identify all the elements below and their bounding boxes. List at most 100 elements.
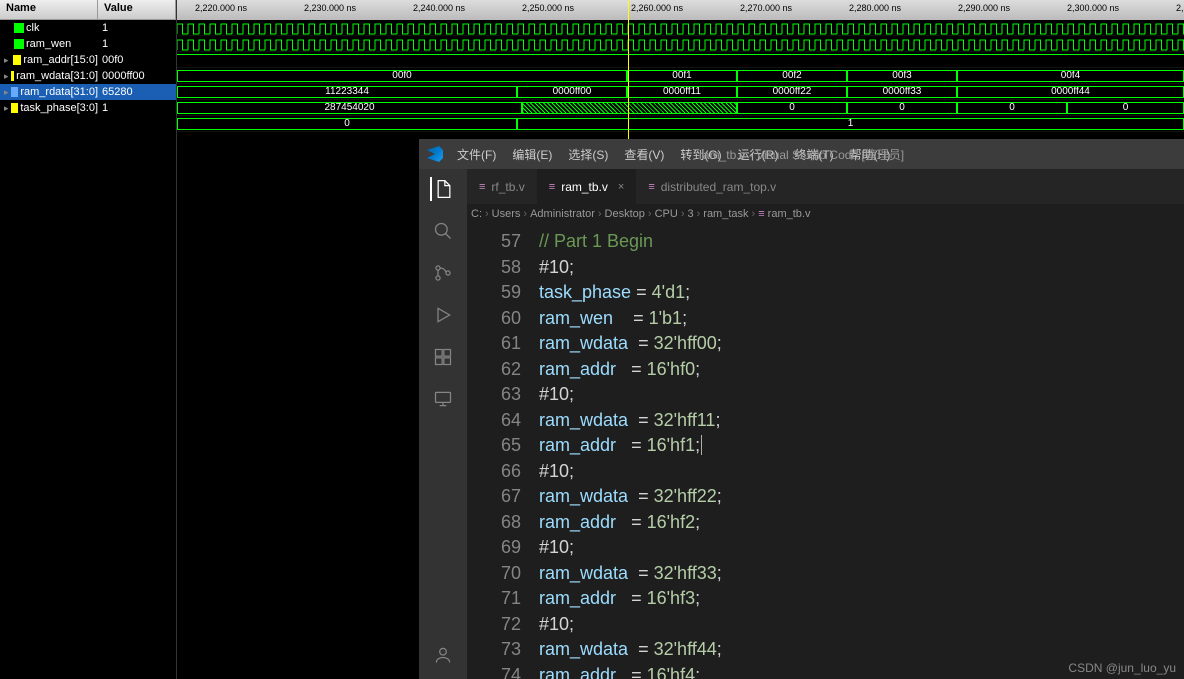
track-wdata[interactable]: 112233440000ff000000ff110000ff220000ff33…	[177, 84, 1184, 100]
track-wen[interactable]	[177, 52, 1184, 68]
signal-row-clk[interactable]: clk1	[0, 20, 176, 36]
crumb-part[interactable]: ≡ ram_tb.v	[758, 208, 810, 220]
track-task[interactable]: 01	[177, 116, 1184, 132]
wave-segment: 00f2	[737, 70, 847, 82]
line-number: 69	[467, 535, 521, 561]
menu-item[interactable]: 选择(S)	[562, 144, 614, 165]
crumb-part[interactable]: Users	[492, 208, 521, 220]
code-line[interactable]: ram_wdata = 32'hff22;	[539, 484, 1184, 510]
tab-label: distributed_ram_top.v	[661, 180, 776, 194]
code-line[interactable]: // Part 1 Begin	[539, 229, 1184, 255]
wave-segment: 00f3	[847, 70, 957, 82]
line-number: 67	[467, 484, 521, 510]
menu-item[interactable]: 编辑(E)	[506, 144, 558, 165]
tab-rf_tb-v[interactable]: ≡rf_tb.v	[467, 169, 537, 204]
signal-name: ram_wdata[31:0]	[16, 70, 98, 82]
signal-row-ram_rdata310[interactable]: ▸ram_rdata[31:0]65280	[0, 84, 176, 100]
expand-icon[interactable]: ▸	[4, 71, 9, 82]
breadcrumb[interactable]: C:›Users›Administrator›Desktop›CPU›3›ram…	[419, 204, 1184, 224]
signal-icon	[13, 55, 22, 65]
close-icon[interactable]: ×	[618, 181, 624, 193]
code-line[interactable]: #10;	[539, 459, 1184, 485]
crumb-part[interactable]: 3	[687, 208, 693, 220]
crumb-part[interactable]: Administrator	[530, 208, 595, 220]
code-line[interactable]: task_phase = 4'd1;	[539, 280, 1184, 306]
wave-segment: 1	[517, 118, 1184, 130]
code-line[interactable]: ram_wen = 1'b1;	[539, 306, 1184, 332]
expand-icon[interactable]: ▸	[4, 87, 9, 98]
code-editor[interactable]: 57585960616263646566676869707172737475 /…	[467, 229, 1184, 679]
crumb-part[interactable]: Desktop	[605, 208, 645, 220]
signal-value: 0000ff00	[98, 70, 176, 82]
source-control-icon[interactable]	[431, 261, 455, 285]
code-line[interactable]: ram_wdata = 32'hff33;	[539, 561, 1184, 587]
tab-ram_tb-v[interactable]: ≡ram_tb.v×	[537, 169, 637, 204]
wave-segment: 0000ff00	[517, 86, 627, 98]
titlebar[interactable]: 文件(F)编辑(E)选择(S)查看(V)转到(G)运行(R)终端(T)帮助(H)…	[419, 139, 1184, 169]
crumb-part[interactable]: ram_task	[703, 208, 748, 220]
signal-icon	[14, 39, 24, 49]
signal-name: ram_wen	[26, 38, 71, 50]
code-line[interactable]: ram_wdata = 32'hff44;	[539, 637, 1184, 663]
line-number: 70	[467, 561, 521, 587]
activity-bar	[419, 169, 467, 679]
waveform-viewer[interactable]: 2,220.000 ns2,230.000 ns2,240.000 ns2,25…	[177, 0, 1184, 139]
time-tick: 2,280.000 ns	[849, 3, 901, 13]
col-name[interactable]: Name	[0, 0, 98, 19]
code-line[interactable]: ram_addr = 16'hf1;	[539, 433, 1184, 459]
wave-segment: 0	[737, 102, 847, 114]
line-number: 72	[467, 612, 521, 638]
signal-row-ram_wdata310[interactable]: ▸ ram_wdata[31:0]0000ff00	[0, 68, 176, 84]
signal-value: 1	[98, 22, 176, 34]
code-line[interactable]: #10;	[539, 382, 1184, 408]
extensions-icon[interactable]	[431, 345, 455, 369]
code-line[interactable]: #10;	[539, 255, 1184, 281]
verilog-icon: ≡	[549, 181, 555, 193]
line-number: 63	[467, 382, 521, 408]
code-content[interactable]: // Part 1 Begin#10;task_phase = 4'd1;ram…	[539, 229, 1184, 679]
code-line[interactable]: ram_addr = 16'hf3;	[539, 586, 1184, 612]
wave-segment: 287454020	[177, 102, 522, 114]
code-line[interactable]: #10;	[539, 535, 1184, 561]
time-tick: 2,220.000 ns	[195, 3, 247, 13]
wave-transition	[522, 102, 737, 114]
tab-distributed_ram_top-v[interactable]: ≡distributed_ram_top.v	[636, 169, 788, 204]
remote-icon[interactable]	[431, 387, 455, 411]
signal-row-ram_addr150[interactable]: ▸ram_addr[15:0]00f0	[0, 52, 176, 68]
track-addr[interactable]: 00f000f100f200f300f4	[177, 68, 1184, 84]
crumb-part[interactable]: CPU	[655, 208, 678, 220]
signal-value: 1	[98, 102, 176, 114]
menu-item[interactable]: 文件(F)	[451, 144, 502, 165]
wave-segment: 0000ff11	[627, 86, 737, 98]
code-line[interactable]: #10;	[539, 612, 1184, 638]
code-line[interactable]: ram_addr = 16'hf0;	[539, 357, 1184, 383]
waveform-cursor[interactable]	[628, 0, 629, 139]
col-value[interactable]: Value	[98, 0, 176, 19]
line-number: 68	[467, 510, 521, 536]
verilog-icon: ≡	[479, 181, 485, 193]
expand-icon[interactable]: ▸	[4, 103, 9, 114]
explorer-icon[interactable]	[430, 177, 454, 201]
crumb-part[interactable]: C:	[471, 208, 482, 220]
wave-segment: 0	[957, 102, 1067, 114]
time-ruler[interactable]: 2,220.000 ns2,230.000 ns2,240.000 ns2,25…	[177, 0, 1184, 20]
code-line[interactable]: ram_addr = 16'hf2;	[539, 510, 1184, 536]
signal-row-task_phase30[interactable]: ▸task_phase[3:0]1	[0, 100, 176, 116]
track-clk[interactable]	[177, 20, 1184, 36]
time-tick: 2,240.000 ns	[413, 3, 465, 13]
search-icon[interactable]	[431, 219, 455, 243]
wave-segment: 0	[1067, 102, 1184, 114]
track-rdata[interactable]: 2874540200000	[177, 100, 1184, 116]
accounts-icon[interactable]	[431, 643, 455, 667]
code-line[interactable]: ram_wdata = 32'hff11;	[539, 408, 1184, 434]
wave-segment: 0	[177, 118, 517, 130]
signal-panel: Name Value clk1 ram_wen 1 ▸ram_addr[15:0]00…	[0, 0, 177, 679]
code-line[interactable]: ram_wdata = 32'hff00;	[539, 331, 1184, 357]
expand-icon[interactable]: ▸	[4, 55, 11, 66]
run-debug-icon[interactable]	[431, 303, 455, 327]
time-tick: 2,230.000 ns	[304, 3, 356, 13]
menu-item[interactable]: 查看(V)	[618, 144, 670, 165]
signal-value: 1	[98, 38, 176, 50]
track-clk[interactable]	[177, 36, 1184, 52]
signal-row-ram_wen[interactable]: ram_wen 1	[0, 36, 176, 52]
